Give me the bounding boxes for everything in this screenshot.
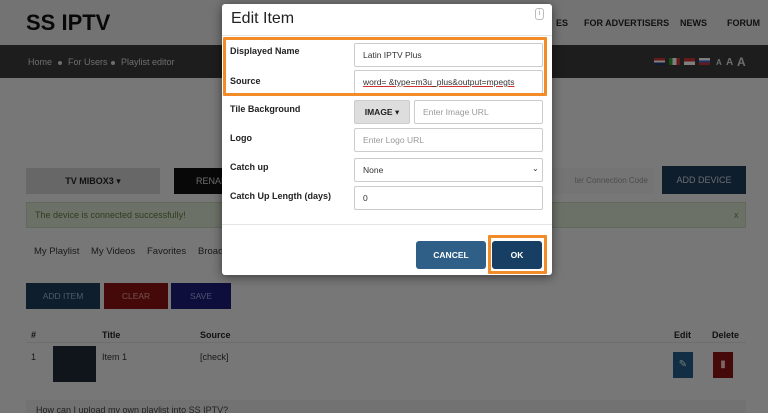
dialog-title: Edit Item bbox=[231, 10, 295, 27]
image-url-input[interactable]: Enter Image URL bbox=[414, 100, 543, 124]
caret-down-icon: ▾ bbox=[394, 107, 400, 117]
catch-up-length-input[interactable]: 0 bbox=[354, 186, 543, 210]
tile-background-mode: IMAGE bbox=[364, 107, 393, 117]
highlight-frame-fields bbox=[223, 37, 547, 96]
page: SS IPTV ES FOR ADVERTISERS NEWS FORUM Ho… bbox=[0, 0, 768, 413]
catch-up-label: Catch up bbox=[230, 162, 269, 172]
logo-label: Logo bbox=[230, 133, 252, 143]
dialog-header-divider bbox=[222, 35, 552, 36]
highlight-frame-ok bbox=[488, 235, 547, 274]
catch-up-length-label: Catch Up Length (days) bbox=[230, 191, 332, 201]
tile-background-label: Tile Background bbox=[230, 104, 301, 114]
close-icon[interactable]: i bbox=[535, 8, 544, 20]
tile-background-dropdown[interactable]: IMAGE ▾ bbox=[354, 100, 410, 124]
chevron-down-icon: ⌄ bbox=[532, 164, 539, 173]
logo-url-input[interactable]: Enter Logo URL bbox=[354, 128, 543, 152]
cancel-button[interactable]: CANCEL bbox=[416, 241, 486, 269]
catch-up-select[interactable]: None bbox=[354, 158, 543, 182]
dialog-footer-divider bbox=[222, 224, 552, 225]
